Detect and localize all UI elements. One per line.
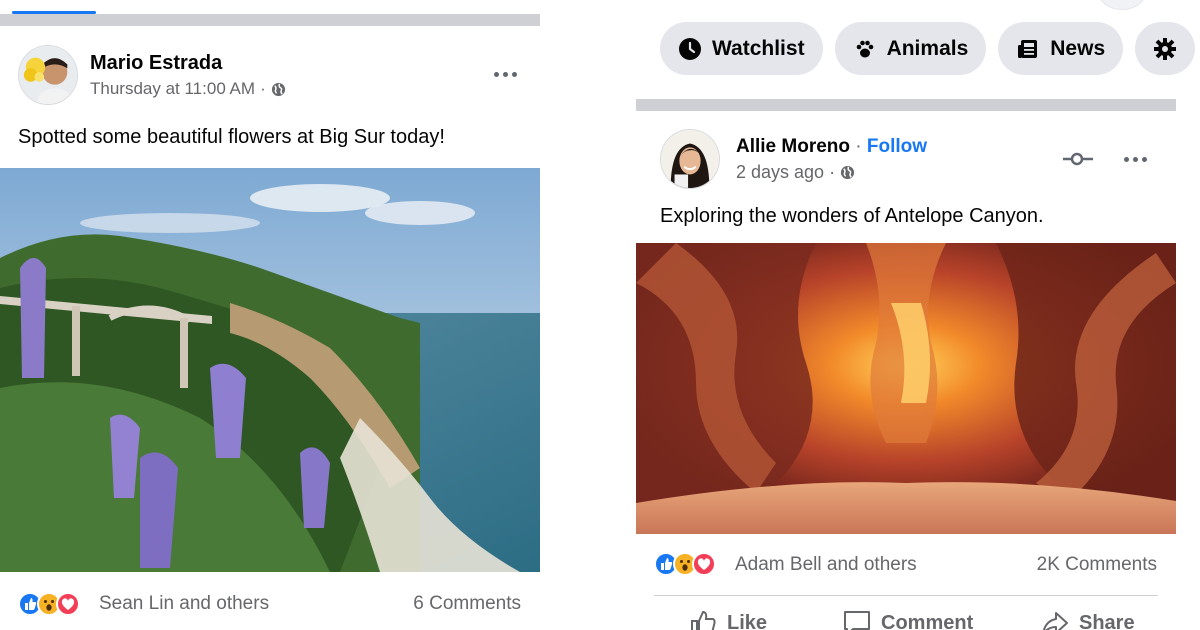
globe-icon: [841, 165, 855, 180]
name-separator: ·: [855, 136, 862, 157]
chip-news[interactable]: News: [998, 22, 1124, 75]
action-divider: [654, 595, 1158, 596]
post-author-row: Allie Moreno · Follow: [736, 136, 927, 158]
comment-count[interactable]: 6 Comments: [413, 593, 521, 615]
love-icon: [56, 592, 80, 616]
comment-icon: [844, 611, 870, 630]
comment-label: Comment: [881, 611, 974, 630]
antelope-canyon-photo: [636, 243, 1176, 534]
chip-label: News: [1050, 36, 1106, 60]
clock-icon: [679, 37, 701, 60]
post-photo[interactable]: [0, 168, 540, 572]
avatar-image: [661, 130, 719, 188]
gear-icon: [1154, 37, 1177, 60]
right-feed-panel: Watchlist Animals News Allie Moreno · Fo…: [636, 0, 1196, 630]
share-label: Share: [1079, 611, 1135, 630]
reaction-icons[interactable]: [18, 592, 80, 616]
avatar[interactable]: [18, 45, 78, 105]
shortcut-chips: Watchlist Animals News: [660, 22, 1196, 75]
follow-button[interactable]: Follow: [867, 136, 927, 157]
profile-button[interactable]: [1098, 0, 1146, 10]
chip-watchlist[interactable]: Watchlist: [660, 22, 823, 75]
meta-separator: ·: [260, 79, 266, 98]
reaction-icons[interactable]: [654, 552, 716, 576]
chip-animals[interactable]: Animals: [834, 22, 987, 75]
chip-label: Watchlist: [712, 36, 805, 60]
share-icon: [1042, 612, 1068, 630]
comment-count[interactable]: 2K Comments: [1037, 554, 1157, 576]
like-button[interactable]: Like: [688, 608, 767, 630]
post-author-name[interactable]: Mario Estrada: [90, 52, 222, 75]
feed-separator: [0, 14, 540, 26]
avatar-image: [19, 46, 77, 104]
chip-settings[interactable]: [1135, 22, 1196, 75]
post-meta: Thursday at 11:00 AM ·: [90, 79, 286, 99]
post-caption: Exploring the wonders of Antelope Canyon…: [660, 205, 1044, 227]
pin-icon[interactable]: [1062, 150, 1094, 168]
post-timestamp[interactable]: 2 days ago: [736, 162, 824, 183]
like-icon: [691, 610, 716, 630]
feed-separator: [636, 99, 1176, 111]
reaction-summary[interactable]: Adam Bell and others: [735, 554, 917, 576]
more-options-icon[interactable]: [494, 72, 517, 77]
comment-button[interactable]: Comment: [842, 608, 973, 630]
post-timestamp[interactable]: Thursday at 11:00 AM: [90, 79, 255, 99]
newspaper-icon: [1018, 39, 1038, 58]
paw-icon: [856, 40, 873, 57]
post-caption: Spotted some beautiful flowers at Big Su…: [18, 126, 445, 148]
post-author-name[interactable]: Allie Moreno: [736, 136, 850, 157]
avatar[interactable]: [660, 129, 720, 189]
reaction-summary[interactable]: Sean Lin and others: [99, 593, 269, 615]
love-icon: [692, 552, 716, 576]
big-sur-photo: [0, 168, 540, 572]
more-options-icon[interactable]: [1124, 157, 1147, 162]
like-label: Like: [727, 611, 768, 630]
globe-icon: [271, 82, 285, 96]
left-feed-panel: Mario Estrada Thursday at 11:00 AM · Spo…: [0, 0, 540, 630]
post-meta: 2 days ago ·: [736, 162, 855, 183]
share-button[interactable]: Share: [1040, 608, 1135, 630]
post-photo[interactable]: [636, 243, 1176, 534]
chip-label: Animals: [886, 36, 969, 60]
meta-separator: ·: [829, 162, 836, 182]
